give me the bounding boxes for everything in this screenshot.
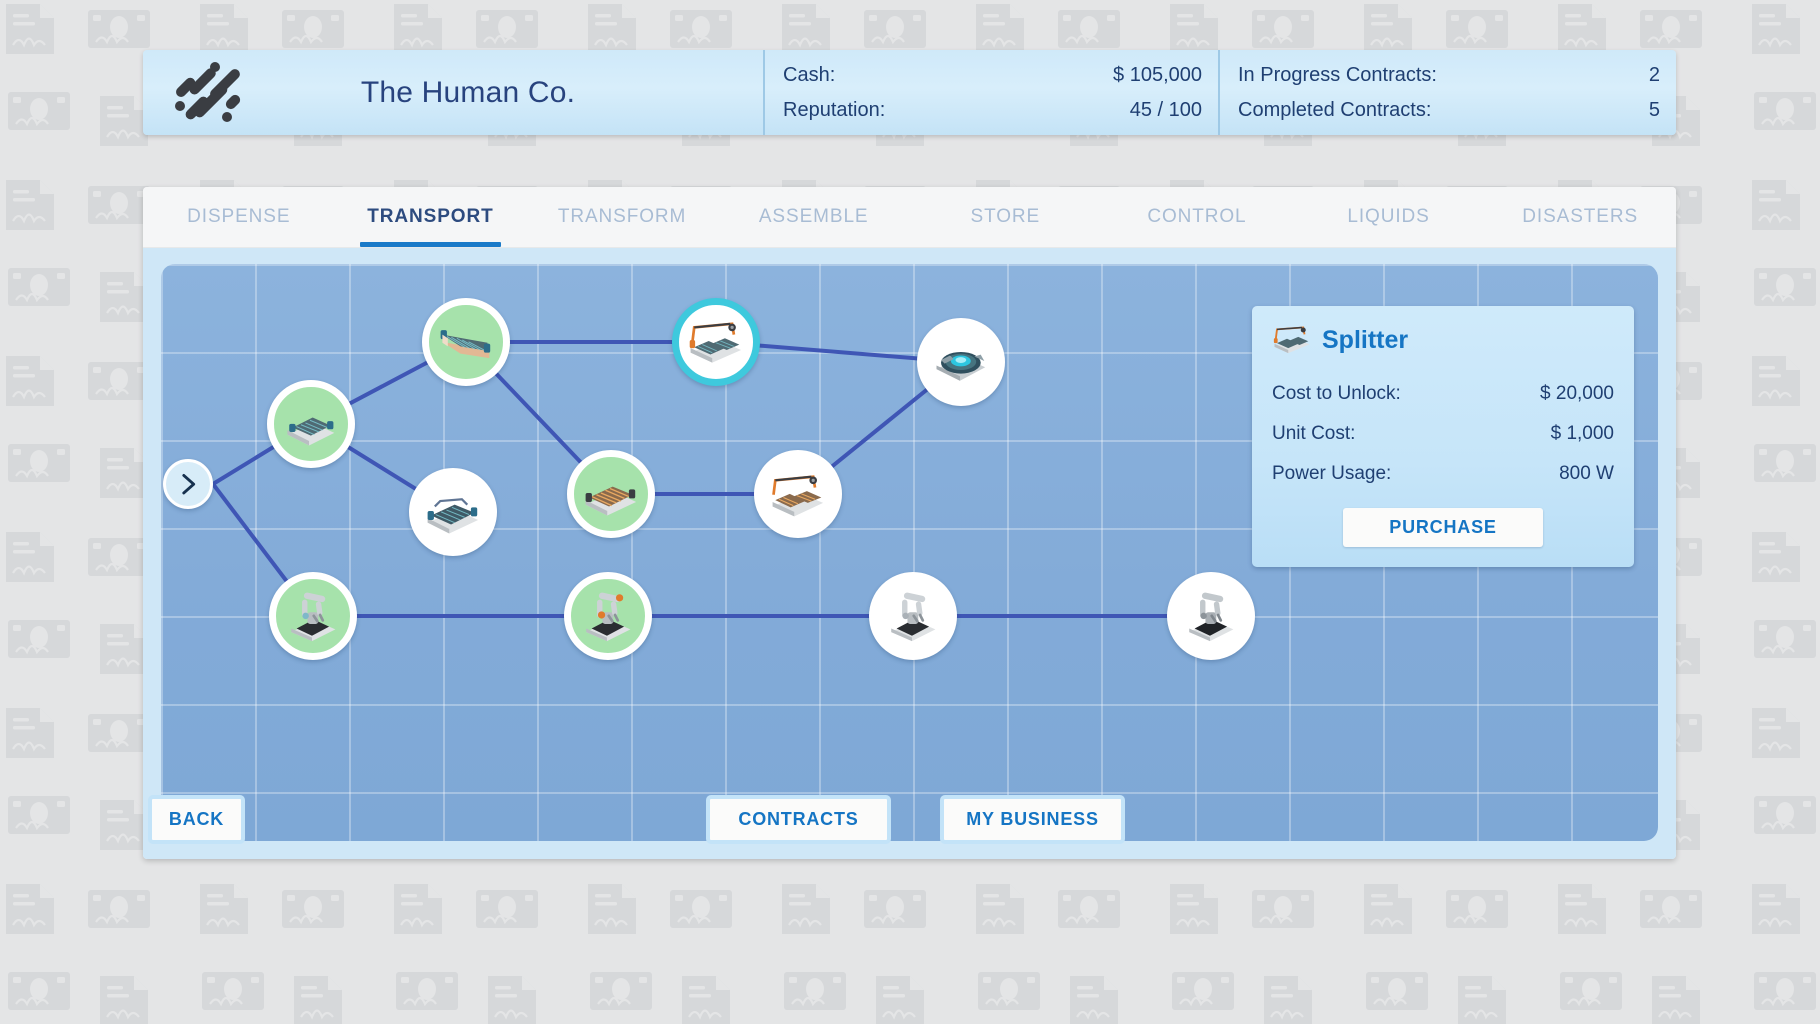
- diagonal-dashes-logo-icon: [175, 61, 241, 122]
- tab-transform[interactable]: TRANSFORM: [526, 187, 718, 247]
- tree-root-node[interactable]: [163, 459, 213, 509]
- purchase-button[interactable]: PURCHASE: [1343, 508, 1543, 547]
- tab-dispense[interactable]: DISPENSE: [143, 187, 335, 247]
- cash-value: $ 105,000: [1113, 63, 1202, 86]
- tree-node-roller-conveyor[interactable]: [567, 450, 655, 538]
- robot-arm-icon: [291, 592, 336, 642]
- tech-tree-viewport: Splitter Cost to Unlock: $ 20,000 Unit C…: [143, 248, 1676, 859]
- tree-node-conveyor-belt[interactable]: [267, 380, 355, 468]
- tree-node-splitter[interactable]: [672, 298, 760, 386]
- reputation-label: Reputation:: [783, 98, 886, 121]
- my-business-button[interactable]: MY BUSINESS: [940, 795, 1125, 844]
- turntable-icon: [936, 352, 986, 381]
- robot-arm-orange-icon: [586, 592, 631, 642]
- item-info-panel: Splitter Cost to Unlock: $ 20,000 Unit C…: [1252, 306, 1634, 567]
- in-progress-contracts-value: 2: [1648, 63, 1660, 86]
- cash-label: Cash:: [783, 63, 836, 86]
- top-header-bar: The Human Co. Cash: $ 105,000 Reputation…: [143, 50, 1676, 135]
- tree-node-robot-arm-dark[interactable]: [1167, 572, 1255, 660]
- power-usage-label: Power Usage:: [1272, 463, 1392, 484]
- tree-node-merger[interactable]: [754, 450, 842, 538]
- panel-header: Splitter: [1272, 324, 1614, 356]
- tree-node-conveyor-incline[interactable]: [422, 298, 510, 386]
- tech-tree-board[interactable]: Splitter Cost to Unlock: $ 20,000 Unit C…: [161, 264, 1658, 841]
- tab-liquids[interactable]: LIQUIDS: [1293, 187, 1485, 247]
- stats-cash-reputation: Cash: $ 105,000 Reputation: 45 / 100: [763, 50, 1218, 135]
- tab-control[interactable]: CONTROL: [1101, 187, 1293, 247]
- completed-contracts-label: Completed Contracts:: [1238, 98, 1432, 121]
- robot-arm-dark-icon: [1189, 592, 1234, 642]
- tab-store[interactable]: STORE: [910, 187, 1102, 247]
- power-usage-value: 800 W: [1559, 463, 1614, 484]
- splitter-icon: [689, 322, 742, 363]
- tab-assemble[interactable]: ASSEMBLE: [718, 187, 910, 247]
- unit-cost-label: Unit Cost:: [1272, 423, 1356, 444]
- tree-node-robot-arm[interactable]: [269, 572, 357, 660]
- conveyor-wide-icon: [427, 498, 479, 534]
- tree-node-robot-arm-grey[interactable]: [869, 572, 957, 660]
- panel-row-power-usage: Power Usage: 800 W: [1272, 454, 1614, 494]
- cost-to-unlock-label: Cost to Unlock:: [1272, 383, 1401, 404]
- roller-conveyor-icon: [585, 486, 637, 516]
- cost-to-unlock-value: $ 20,000: [1540, 383, 1614, 404]
- completed-contracts-value: 5: [1648, 98, 1660, 121]
- in-progress-contracts-label: In Progress Contracts:: [1238, 63, 1437, 86]
- stats-contracts: In Progress Contracts: 2 Completed Contr…: [1218, 50, 1676, 135]
- tree-node-robot-arm-orange[interactable]: [564, 572, 652, 660]
- panel-row-unit-cost: Unit Cost: $ 1,000: [1272, 414, 1614, 454]
- stat-row-in-progress-contracts: In Progress Contracts: 2: [1238, 58, 1660, 93]
- contracts-button[interactable]: CONTRACTS: [706, 795, 891, 844]
- unit-cost-value: $ 1,000: [1550, 423, 1614, 444]
- back-button[interactable]: BACK: [148, 795, 245, 844]
- stat-row-cash: Cash: $ 105,000: [783, 58, 1202, 93]
- conveyor-belt-icon: [287, 417, 335, 446]
- tab-disasters[interactable]: DISASTERS: [1484, 187, 1676, 247]
- splitter-icon: [1273, 326, 1310, 354]
- tech-tree-card: DISPENSE TRANSPORT TRANSFORM ASSEMBLE ST…: [143, 187, 1676, 859]
- category-tab-bar: DISPENSE TRANSPORT TRANSFORM ASSEMBLE ST…: [143, 187, 1676, 248]
- tab-transport[interactable]: TRANSPORT: [335, 187, 527, 247]
- chevron-right-icon: [182, 473, 195, 495]
- merger-icon: [772, 475, 824, 517]
- tree-node-conveyor-wide[interactable]: [409, 468, 497, 556]
- stat-row-completed-contracts: Completed Contracts: 5: [1238, 93, 1660, 128]
- brand-area: The Human Co.: [143, 50, 763, 135]
- conveyor-incline-icon: [440, 330, 491, 359]
- stat-row-reputation: Reputation: 45 / 100: [783, 93, 1202, 128]
- reputation-value: 45 / 100: [1129, 98, 1202, 121]
- panel-title: Splitter: [1322, 325, 1409, 354]
- panel-row-cost-to-unlock: Cost to Unlock: $ 20,000: [1272, 374, 1614, 414]
- robot-arm-grey-icon: [891, 592, 936, 642]
- tree-node-turntable[interactable]: [917, 318, 1005, 406]
